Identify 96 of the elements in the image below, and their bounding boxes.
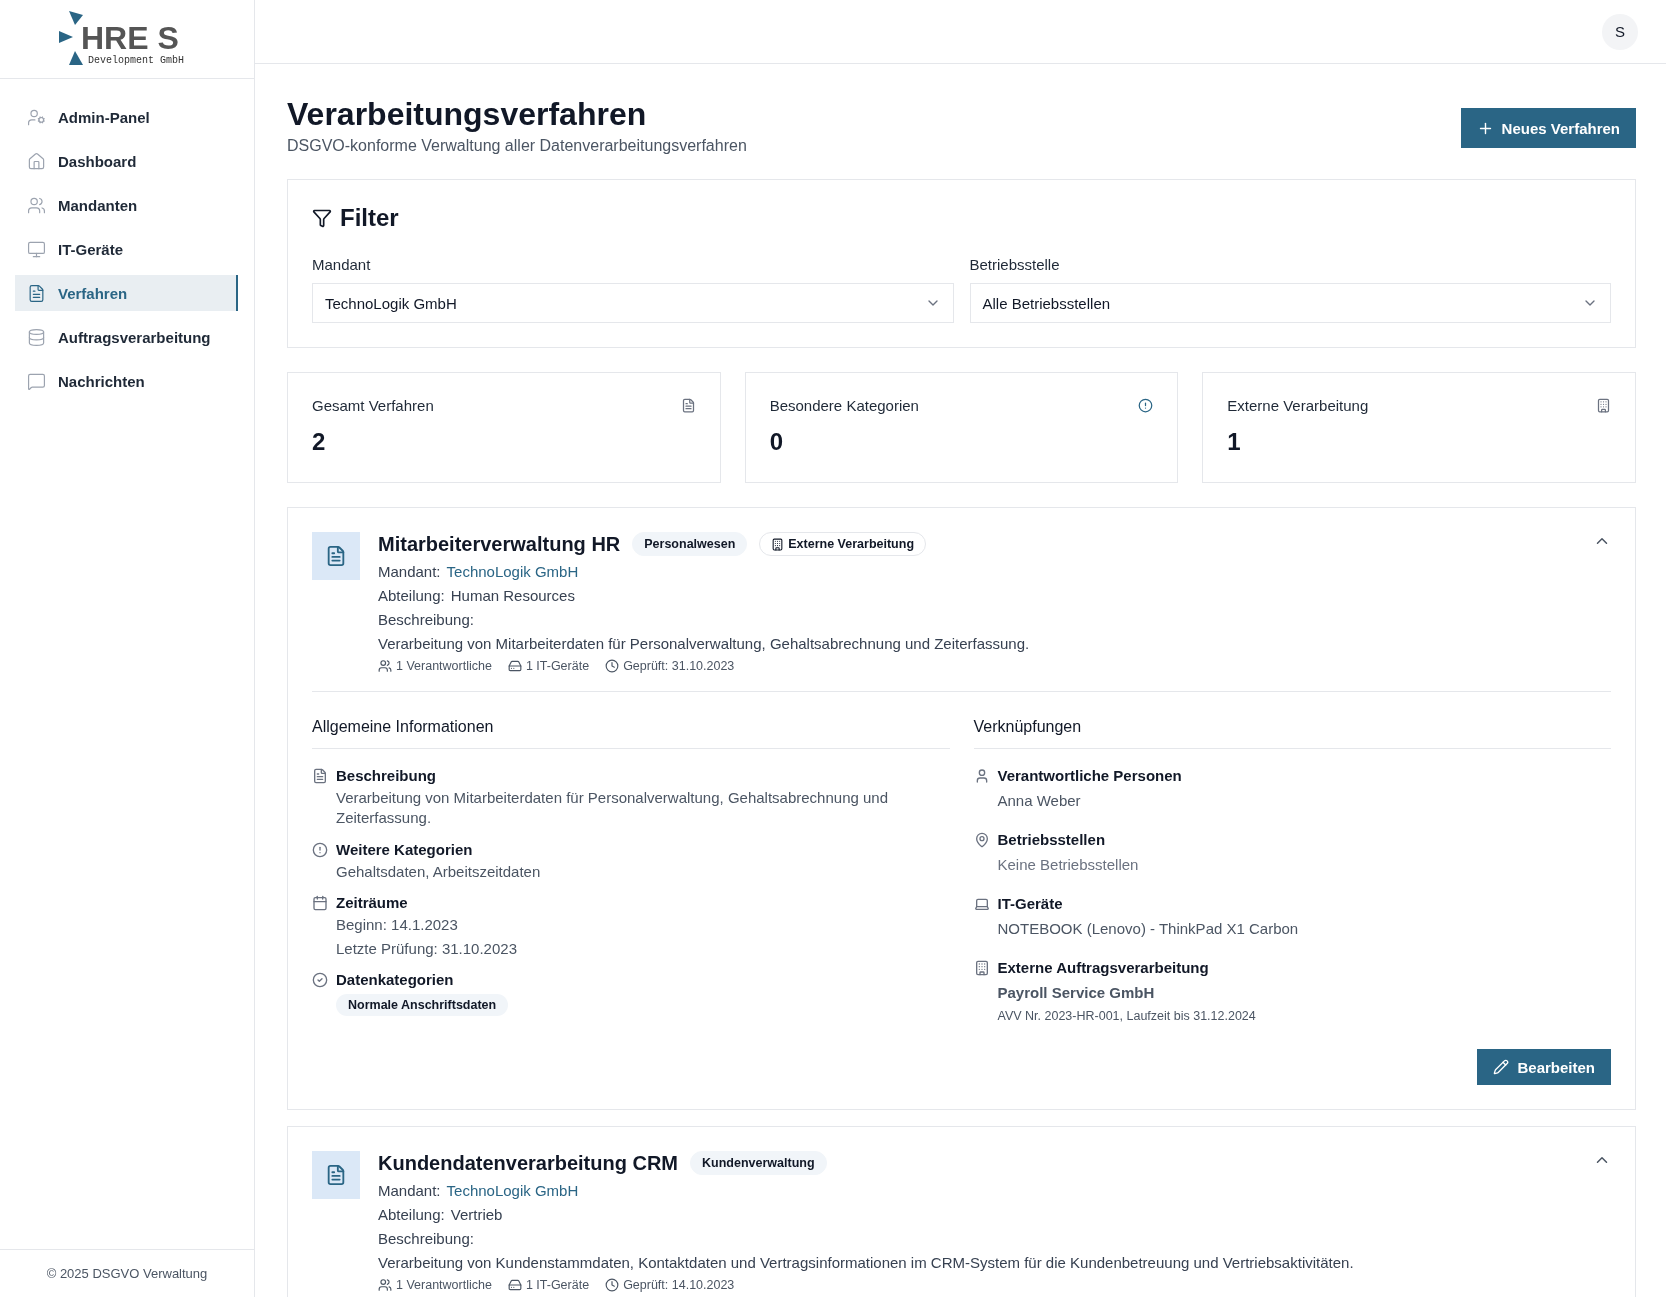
section-title: Allgemeine Informationen [312, 718, 950, 749]
laptop-icon [973, 896, 990, 912]
responsible-count: 1 Verantwortliche [378, 659, 492, 673]
filter-select[interactable]: TechnoLogik GmbH [312, 283, 954, 323]
document-icon [312, 1151, 360, 1199]
building-icon [973, 960, 990, 976]
link-value: Payroll Service GmbH [997, 984, 1155, 1001]
field-value: Vertrieb [450, 1206, 503, 1223]
document-icon [312, 768, 328, 784]
stat-value: 0 [769, 428, 784, 456]
link-value: NOTEBOOK (Lenovo) - ThinkPad X1 Carbon [997, 920, 1299, 937]
data-category-badge: Normale Anschriftsdaten [336, 994, 509, 1017]
checked-date: Geprüft: 14.10.2023 [605, 1278, 735, 1292]
filter-icon [312, 208, 332, 228]
checked-date: Geprüft: 31.10.2023 [605, 659, 735, 673]
info-label: Datenkategorien [336, 971, 454, 989]
section-title: Verknüpfungen [973, 718, 1611, 749]
description-text: Verarbeitung von Mitarbeiterdaten für Personalverwaltung, Gehaltsabrechnung und Zeiterfassung. [378, 635, 1031, 652]
house-icon [27, 151, 46, 171]
link-label: Betriebsstellen [997, 831, 1106, 848]
filter-select[interactable]: Alle Betriebsstellen [969, 283, 1611, 323]
stat-value: 2 [312, 428, 327, 456]
field-label: Mandant: [378, 1182, 441, 1199]
field-label: Abteilung: [378, 587, 445, 604]
database-icon [27, 327, 46, 347]
drive-icon [507, 1278, 522, 1292]
page-title: Verarbeitungsverfahren [287, 96, 648, 133]
users-icon [378, 1278, 392, 1292]
building-icon [1596, 398, 1611, 413]
document-icon [27, 283, 46, 303]
sidebar-item[interactable]: Verfahren [15, 275, 238, 311]
info-text: Beginn: 14.1.2023 [336, 914, 458, 935]
sidebar-item[interactable]: Dashboard [15, 143, 238, 179]
new-procedure-button[interactable]: Neues Verfahren [1460, 108, 1636, 148]
stat-label: Externe Verarbeitung [1227, 397, 1369, 414]
clock-icon [605, 659, 620, 673]
user-avatar[interactable]: S [1602, 13, 1638, 50]
users-icon [378, 659, 392, 673]
external-badge: Externe Verarbeitung [759, 532, 927, 556]
stat-value: 1 [1227, 428, 1242, 456]
procedure-title: Kundendatenverarbeitung CRM [378, 1151, 679, 1175]
filter-label: Betriebsstelle [969, 256, 1061, 273]
responsible-count: 1 Verantwortliche [378, 1278, 492, 1292]
page-subtitle: DSGVO-konforme Verwaltung aller Datenverarbeitungsverfahren [287, 137, 747, 155]
description-text: Verarbeitung von Kundenstammdaten, Kontaktdaten und Vertragsinformationen im CRM-System für die Kundenbetreuung und Vertriebsaktivitäten. [378, 1254, 1355, 1271]
field-value: Human Resources [450, 587, 575, 604]
field-label: Mandant: [378, 563, 441, 580]
sidebar-item[interactable]: Admin-Panel [15, 99, 238, 135]
copyright-text: © 2025 DSGVO Verwaltung [46, 1266, 208, 1281]
calendar-icon [312, 894, 328, 911]
link-label: IT-Geräte [997, 895, 1063, 912]
building-icon [771, 537, 785, 551]
chat-icon [27, 371, 46, 391]
category-badge: Personalwesen [632, 532, 748, 556]
clock-icon [605, 1278, 620, 1292]
device-count: 1 IT-Geräte [507, 659, 590, 673]
info-label: Zeiträume [336, 893, 408, 911]
info-text: Letzte Prüfung: 31.10.2023 [336, 939, 517, 959]
company-logo: HRE S Development GmbH [57, 9, 197, 69]
filter-title: Filter [312, 204, 1611, 232]
map-pin-icon [973, 832, 990, 848]
contract-note: AVV Nr. 2023-HR-001, Laufzeit bis 31.12.2024 [997, 1009, 1256, 1023]
procedure-title: Mitarbeiterverwaltung HR [378, 532, 621, 556]
alert-icon [312, 841, 328, 858]
category-badge: Kundenverwaltung [690, 1151, 827, 1175]
users-icon [27, 195, 46, 215]
stat-label: Besondere Kategorien [769, 397, 919, 414]
link-value: Anna Weber [997, 792, 1081, 809]
monitor-icon [27, 239, 46, 259]
sidebar-item[interactable]: Mandanten [15, 187, 238, 223]
link-label: Externe Auftragsverarbeitung [997, 959, 1209, 976]
drive-icon [507, 659, 522, 673]
pencil-icon [1493, 1059, 1510, 1075]
field-label: Abteilung: [378, 1206, 445, 1223]
info-label: Beschreibung [336, 767, 437, 784]
document-icon [680, 398, 696, 413]
info-label: Weitere Kategorien [336, 840, 473, 858]
check-circle-icon [312, 972, 328, 989]
edit-button[interactable]: Bearbeiten [1477, 1049, 1611, 1085]
field-label: Beschreibung: [378, 611, 475, 628]
sidebar-item[interactable]: Auftragsverarbeitung [15, 319, 238, 355]
user-gear-icon [27, 107, 46, 127]
stat-label: Gesamt Verfahren [312, 397, 434, 414]
field-label: Beschreibung: [378, 1230, 475, 1247]
document-icon [312, 532, 360, 580]
client-link[interactable]: TechnoLogik GmbH [446, 563, 579, 580]
sidebar-item[interactable]: IT-Geräte [15, 231, 238, 267]
info-text: Verarbeitung von Mitarbeiterdaten für Personalverwaltung, Gehaltsabrechnung und Zeiterfassung. [336, 788, 889, 829]
client-link[interactable]: TechnoLogik GmbH [446, 1182, 579, 1199]
device-count: 1 IT-Geräte [507, 1278, 590, 1292]
info-text: Gehaltsdaten, Arbeitszeitdaten [336, 861, 541, 882]
sidebar-item[interactable]: Nachrichten [15, 363, 238, 399]
empty-text: Keine Betriebsstellen [997, 856, 1139, 873]
link-label: Verantwortliche Personen [997, 767, 1182, 784]
alert-icon [1138, 398, 1154, 413]
filter-label: Mandant [312, 256, 372, 273]
